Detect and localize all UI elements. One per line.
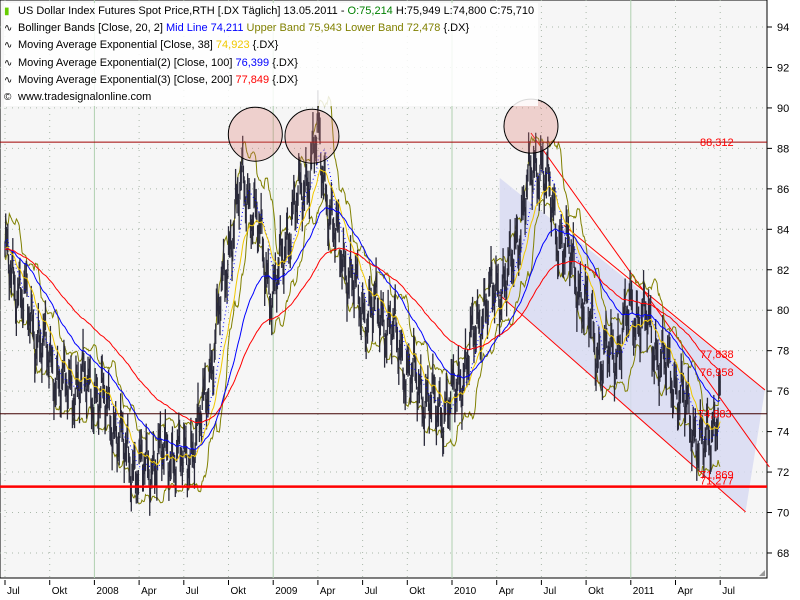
legend-bollinger[interactable]: ∿ Bollinger Bands [Close, 20, 2] Mid Line…	[4, 20, 534, 37]
x-tick-label: Okt	[409, 586, 425, 597]
x-tick-label: Jul	[543, 586, 556, 597]
y-tick-label: 82	[777, 265, 789, 277]
top-marker-circle	[503, 98, 559, 154]
level-label: 88,312	[700, 137, 734, 149]
indicator-icon: ∿	[4, 23, 13, 35]
y-tick-label: 70	[777, 508, 789, 520]
legend-source: © www.tradesignalonline.com	[4, 89, 534, 106]
x-tick-label: Okt	[52, 586, 68, 597]
legend-ema38[interactable]: ∿ Moving Average Exponential [Close, 38] …	[4, 37, 534, 54]
indicator-icon: ∿	[4, 57, 13, 69]
y-tick-label: 84	[777, 224, 789, 236]
y-tick-label: 78	[777, 346, 789, 358]
level-label: 74,883	[698, 409, 732, 421]
y-tick-label: 74	[777, 427, 789, 439]
level-label: 71,869	[700, 470, 734, 482]
x-tick-label: Apr	[678, 586, 694, 597]
level-label: 77,838	[700, 349, 734, 361]
x-tick-label: Apr	[141, 586, 157, 597]
x-tick-label: 2009	[275, 586, 298, 597]
x-tick-label: 2010	[454, 586, 477, 597]
indicator-icon: ∿	[4, 74, 13, 86]
x-tick-label: Jul	[186, 586, 199, 597]
x-tick-label: Apr	[499, 586, 515, 597]
x-tick-label: Jul	[7, 586, 20, 597]
copyright-icon: ©	[4, 92, 12, 104]
legend-ema100[interactable]: ∿ Moving Average Exponential(2) [Close, 1…	[4, 55, 534, 72]
x-tick-label: Apr	[320, 586, 336, 597]
x-tick-label: Okt	[231, 586, 247, 597]
x-tick-label: Okt	[588, 586, 604, 597]
y-tick-label: 72	[777, 467, 789, 479]
indicator-icon: ∿	[4, 40, 13, 52]
y-tick-label: 92	[777, 62, 789, 74]
x-tick-label: 2011	[633, 586, 655, 597]
y-tick-label: 88	[777, 143, 789, 155]
y-tick-label: 76	[777, 386, 789, 398]
y-tick-label: 86	[777, 184, 789, 196]
y-tick-label: 90	[777, 103, 789, 115]
y-tick-label: 80	[777, 305, 789, 317]
legend-price[interactable]: ▮ US Dollar Index Futures Spot Price,RTH …	[4, 3, 534, 20]
chart-legend: ▮ US Dollar Index Futures Spot Price,RTH …	[4, 3, 539, 107]
y-tick-label: 68	[777, 548, 789, 560]
candle-icon: ▮	[4, 6, 10, 17]
top-marker-circle	[284, 108, 340, 164]
legend-ema200[interactable]: ∿ Moving Average Exponential(3) [Close, 2…	[4, 72, 534, 89]
y-tick-label: 94	[777, 22, 789, 34]
x-tick-label: Jul	[365, 586, 378, 597]
level-label: 76,958	[700, 367, 734, 379]
x-tick-label: Jul	[722, 586, 735, 597]
top-marker-circle	[227, 106, 283, 162]
x-tick-label: 2008	[96, 586, 119, 597]
